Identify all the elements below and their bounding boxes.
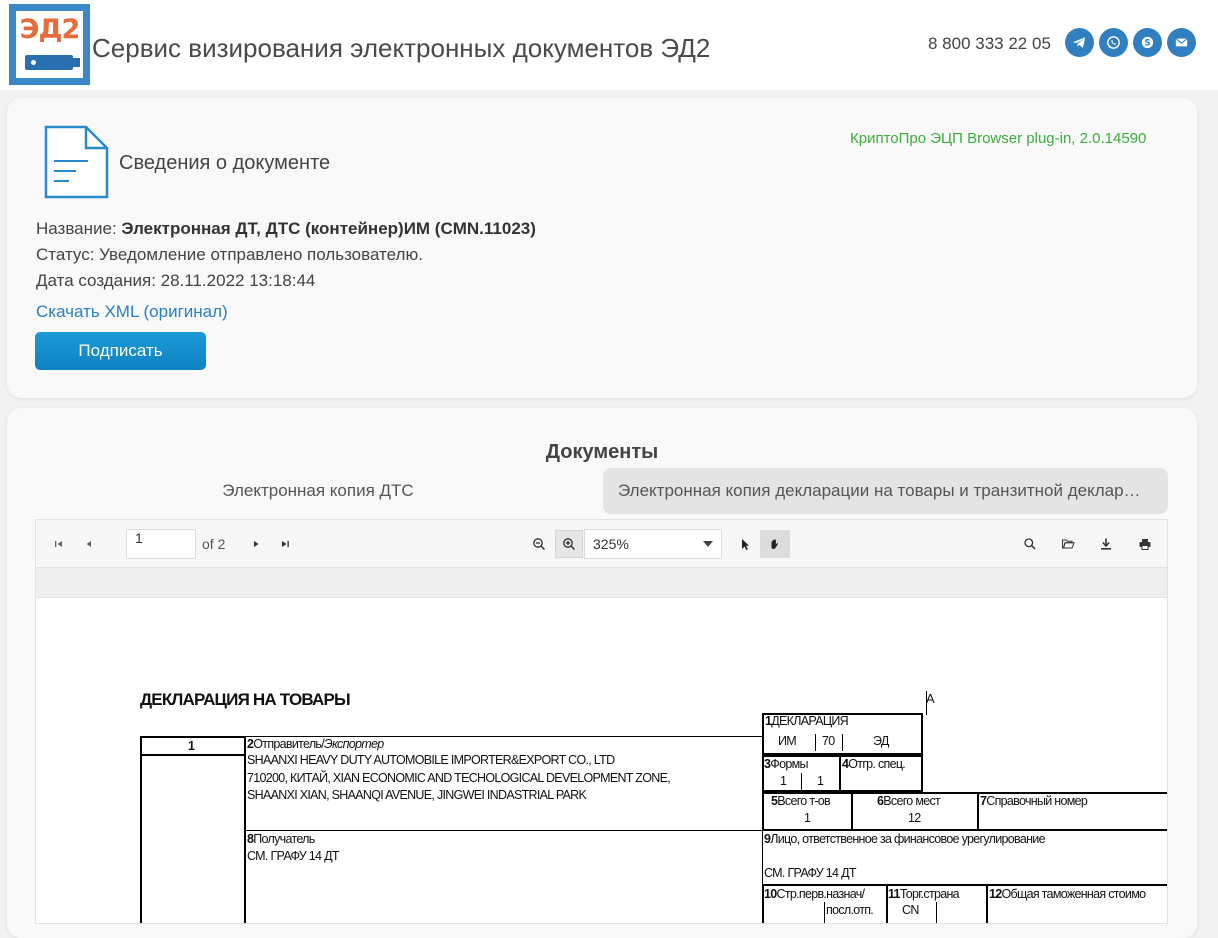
field-1-value-1: ИМ (778, 734, 797, 748)
zoom-out-icon[interactable] (527, 532, 551, 556)
field-8-label: 8Получатель (247, 832, 315, 846)
box-1: 1 (140, 736, 246, 756)
last-page-icon[interactable] (273, 532, 297, 556)
document-name: Название: Электронная ДТ, ДТС (контейнер… (36, 219, 536, 238)
field-9-value: СМ. ГРАФУ 14 ДТ (764, 866, 856, 880)
field-3-value-2: 1 (817, 774, 824, 788)
document-info-heading: Сведения о документе (119, 152, 331, 174)
field-3-value-1: 1 (780, 774, 787, 788)
usb-token-icon (25, 55, 80, 70)
download-icon[interactable] (1094, 532, 1118, 556)
field-2-label: 2Отправитель/Экспортер (247, 737, 384, 751)
field-2-line3: SHAANXI XIAN, SHAANQI AVENUE, JINGWEI IN… (247, 788, 587, 802)
field-6-label: 6Всего мест (877, 794, 941, 808)
field-12-label: 12Общая таможенная стоимо (989, 887, 1146, 901)
prev-page-icon[interactable] (77, 532, 101, 556)
first-page-icon[interactable] (47, 532, 71, 556)
zoom-select[interactable]: 325% (584, 529, 722, 559)
tab-declaration-copy[interactable]: Электронная копия декларации на товары и… (603, 468, 1168, 514)
site-title: Сервис визирования электронных документо… (92, 33, 711, 63)
page-total: of 2 (202, 536, 226, 552)
field-1-divider-1 (815, 734, 816, 751)
documents-title: Документы (545, 441, 659, 463)
document-status: Статус: Уведомление отправлено пользоват… (36, 245, 423, 264)
field-11-value: CN (902, 903, 919, 917)
field-3-divider (801, 773, 802, 791)
field-4-label: 4Отгр. спец. (842, 757, 906, 771)
logo-text: ЭД2 (19, 14, 81, 45)
sign-button[interactable]: Подписать (35, 332, 206, 370)
chevron-down-icon (703, 541, 713, 547)
logo[interactable]: ЭД2 (9, 4, 90, 85)
field-2-line1: SHAANXI HEAVY DUTY AUTOMOBILE IMPORTER&E… (247, 753, 615, 767)
svg-text:S: S (1144, 39, 1150, 49)
field-11-label: 11Торг.страна (888, 887, 960, 901)
download-xml-link[interactable]: Скачать XML (оригинал) (36, 302, 228, 322)
field-1-divider-2 (842, 734, 843, 751)
document-created: Дата создания: 28.11.2022 13:18:44 (36, 271, 316, 290)
declaration-title: ДЕКЛАРАЦИЯ НА ТОВАРЫ (140, 690, 351, 709)
field-10-label: 10Стр.перв.назнач/ (764, 887, 865, 901)
field-1-value-2: 70 (822, 734, 835, 748)
zoom-in-icon[interactable] (555, 530, 583, 558)
field-1-label: 1ДЕКЛАРАЦИЯ (765, 714, 849, 728)
tab-declaration-copy-label: Электронная копия декларации на товары и… (618, 481, 1148, 500)
logo-inner: ЭД2 (16, 11, 83, 78)
document-name-value: Электронная ДТ, ДТС (контейнер)ИМ (CMN.1… (121, 219, 536, 238)
field-6-value: 12 (908, 811, 921, 825)
pan-hand-icon[interactable] (760, 530, 790, 558)
open-folder-icon[interactable] (1056, 532, 1080, 556)
field-9-label: 9Лицо, ответственное за финансовое урегу… (764, 832, 1046, 846)
telegram-icon[interactable] (1065, 28, 1094, 57)
field-10-divider (824, 902, 825, 923)
plugin-status: КриптоПро ЭЦП Browser plug-in, 2.0.14590 (850, 130, 1147, 147)
field-11-divider (936, 902, 937, 923)
corner-letter: A (926, 691, 935, 706)
field-1-value-3: ЭД (873, 734, 889, 748)
search-icon[interactable] (1018, 532, 1042, 556)
field-2-line2: 710200, КИТАЙ, XIAN ECONOMIC AND TECHOLO… (247, 771, 671, 785)
viewer-secondary-bar (36, 569, 1167, 598)
field-8-receiver (245, 830, 763, 923)
pdf-viewer: 1 of 2 325% ДЕКЛАРАЦИЯ НА ТОВАРЫ A 1 2От… (35, 519, 1168, 924)
box-1-label: 1 (188, 739, 195, 753)
field-7-label: 7Справочный номер (980, 794, 1088, 808)
field-10-label-2: посл.отп. (826, 903, 874, 917)
next-page-icon[interactable] (244, 532, 268, 556)
document-icon (44, 125, 109, 199)
zoom-value: 325% (593, 536, 629, 552)
site-header: ЭД2 Сервис визирования электронных докум… (0, 0, 1218, 90)
email-icon[interactable] (1167, 28, 1196, 57)
print-icon[interactable] (1133, 532, 1157, 556)
tab-dts-copy[interactable]: Электронная копия ДТС (35, 468, 601, 514)
whatsapp-icon[interactable] (1099, 28, 1128, 57)
field-5-label: 5Всего т-ов (771, 794, 831, 808)
page-number-input[interactable]: 1 (126, 529, 196, 559)
skype-icon[interactable]: S (1133, 28, 1162, 57)
left-border (140, 756, 142, 923)
field-3-label: 3Формы (764, 757, 808, 771)
viewer-toolbar: 1 of 2 325% (36, 520, 1167, 568)
corner-line (926, 691, 927, 715)
phone-number[interactable]: 8 800 333 22 05 (928, 34, 1051, 54)
field-5-value: 1 (804, 811, 811, 825)
field-8-value: СМ. ГРАФУ 14 ДТ (247, 849, 339, 863)
pdf-page: ДЕКЛАРАЦИЯ НА ТОВАРЫ A 1 2Отправитель/Эк… (36, 598, 1167, 923)
select-cursor-icon[interactable] (733, 532, 757, 556)
